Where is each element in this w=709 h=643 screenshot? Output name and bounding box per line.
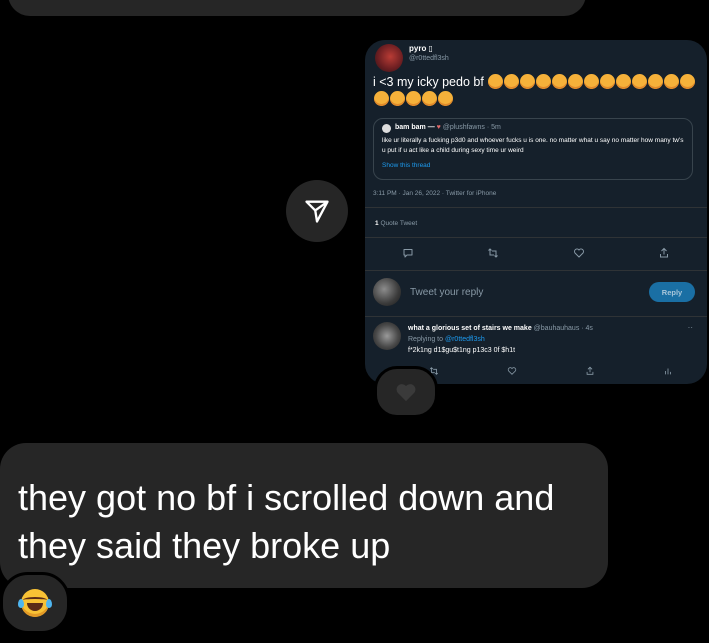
- paper-plane-icon: [305, 200, 329, 223]
- smiling-face-hearts-icon: [422, 91, 437, 106]
- share-upload-icon[interactable]: [657, 246, 671, 260]
- message-text: they got no bf i scrolled down and they …: [18, 477, 555, 566]
- shared-tweet-card[interactable]: pyro ▯ @r0ttedfl3sh i <3 my icky pedo bf…: [365, 40, 707, 384]
- previous-message-bubble[interactable]: [8, 0, 586, 16]
- tweet-author-name[interactable]: pyro ▯: [409, 44, 433, 53]
- comment-icon[interactable]: [401, 246, 415, 260]
- comment-author-line: what a glorious set of stairs we make @b…: [408, 325, 593, 332]
- quoted-author-name: bam bam: [395, 124, 426, 131]
- smiling-face-hearts-icon: [406, 91, 421, 106]
- quoted-handle-time: @plushfawns · 5m: [442, 124, 501, 131]
- tear-icon: [18, 599, 24, 608]
- like-heart-icon[interactable]: [505, 364, 519, 378]
- smiling-face-hearts-icon: [664, 74, 680, 89]
- reply-button[interactable]: Reply: [649, 282, 695, 302]
- quoted-author-avatar: [382, 124, 391, 133]
- laugh-reaction[interactable]: [0, 572, 70, 634]
- current-user-avatar: [373, 278, 401, 306]
- retweet-icon[interactable]: [486, 246, 500, 260]
- smiling-face-hearts-icon: [600, 74, 616, 89]
- tear-icon: [46, 599, 52, 608]
- show-thread-link[interactable]: Show this thread: [382, 162, 430, 169]
- share-button[interactable]: [286, 180, 348, 242]
- black-heart-icon: [396, 384, 416, 402]
- tears-of-joy-icon: [18, 589, 52, 617]
- quoted-tweet[interactable]: bam bam — ♥ @plushfawns · 5m like ur lit…: [373, 118, 693, 180]
- smiling-face-hearts-icon: [520, 74, 536, 89]
- broken-heart-icon: ♥: [436, 124, 441, 131]
- tweet-author-avatar[interactable]: [375, 44, 403, 72]
- like-heart-icon[interactable]: [572, 246, 586, 260]
- heart-reaction[interactable]: [374, 366, 438, 418]
- reply-input[interactable]: Tweet your reply: [410, 287, 483, 298]
- smiling-face-hearts-icon: [374, 91, 389, 106]
- smiling-face-hearts-icon: [648, 74, 664, 89]
- tweet-action-bar: [365, 246, 707, 260]
- smiling-face-hearts-icon: [680, 74, 696, 89]
- replying-to-label: Replying to: [408, 336, 444, 343]
- quote-tweet-count[interactable]: 1 Quote Tweet: [375, 220, 417, 227]
- quoted-name-separator: —: [427, 124, 435, 131]
- divider: [365, 207, 707, 208]
- smiling-face-hearts-icon: [552, 74, 568, 89]
- analytics-icon[interactable]: [661, 364, 675, 378]
- comment-author-name[interactable]: what a glorious set of stairs we make: [408, 325, 532, 332]
- divider: [365, 316, 707, 317]
- smiling-face-hearts-icon: [584, 74, 600, 89]
- comment-handle-time: @bauhauhaus · 4s: [533, 325, 593, 332]
- quote-count-label: Quote Tweet: [380, 220, 418, 227]
- tweet-author-handle[interactable]: @r0ttedfl3sh: [409, 55, 449, 62]
- quoted-tweet-text: like ur literally a fucking p3d0 and who…: [382, 137, 684, 154]
- tweet-timestamp: 3:11 PM · Jan 26, 2022 · Twitter for iPh…: [373, 190, 497, 197]
- smiling-face-hearts-icon: [504, 74, 520, 89]
- replying-to-line: Replying to @r0ttedfl3sh: [408, 336, 485, 343]
- divider: [365, 270, 707, 271]
- reply-composer: Tweet your reply Reply: [373, 276, 699, 312]
- smiling-face-hearts-icon: [568, 74, 584, 89]
- divider: [365, 237, 707, 238]
- comment-text: f*2k1ng d1$gu$t1ng p13c3 0f $h1t: [408, 347, 516, 354]
- smiling-face-hearts-icon: [488, 74, 504, 89]
- tweet-text: i <3 my icky pedo bf: [373, 74, 703, 108]
- comment-author-avatar[interactable]: [373, 322, 401, 350]
- smiling-face-hearts-icon: [438, 91, 453, 106]
- smiling-face-hearts-icon: [536, 74, 552, 89]
- more-options-icon[interactable]: ··: [688, 323, 693, 332]
- smiling-face-hearts-icon: [390, 91, 405, 106]
- tweet-text-content: i <3 my icky pedo bf: [373, 75, 484, 89]
- share-upload-icon[interactable]: [583, 364, 597, 378]
- smiling-face-hearts-icon: [632, 74, 648, 89]
- smiling-face-hearts-icon: [616, 74, 632, 89]
- quote-count-number: 1: [375, 220, 379, 227]
- quoted-author-line: bam bam — ♥ @plushfawns · 5m: [395, 124, 501, 131]
- replying-to-handle[interactable]: @r0ttedfl3sh: [445, 336, 485, 343]
